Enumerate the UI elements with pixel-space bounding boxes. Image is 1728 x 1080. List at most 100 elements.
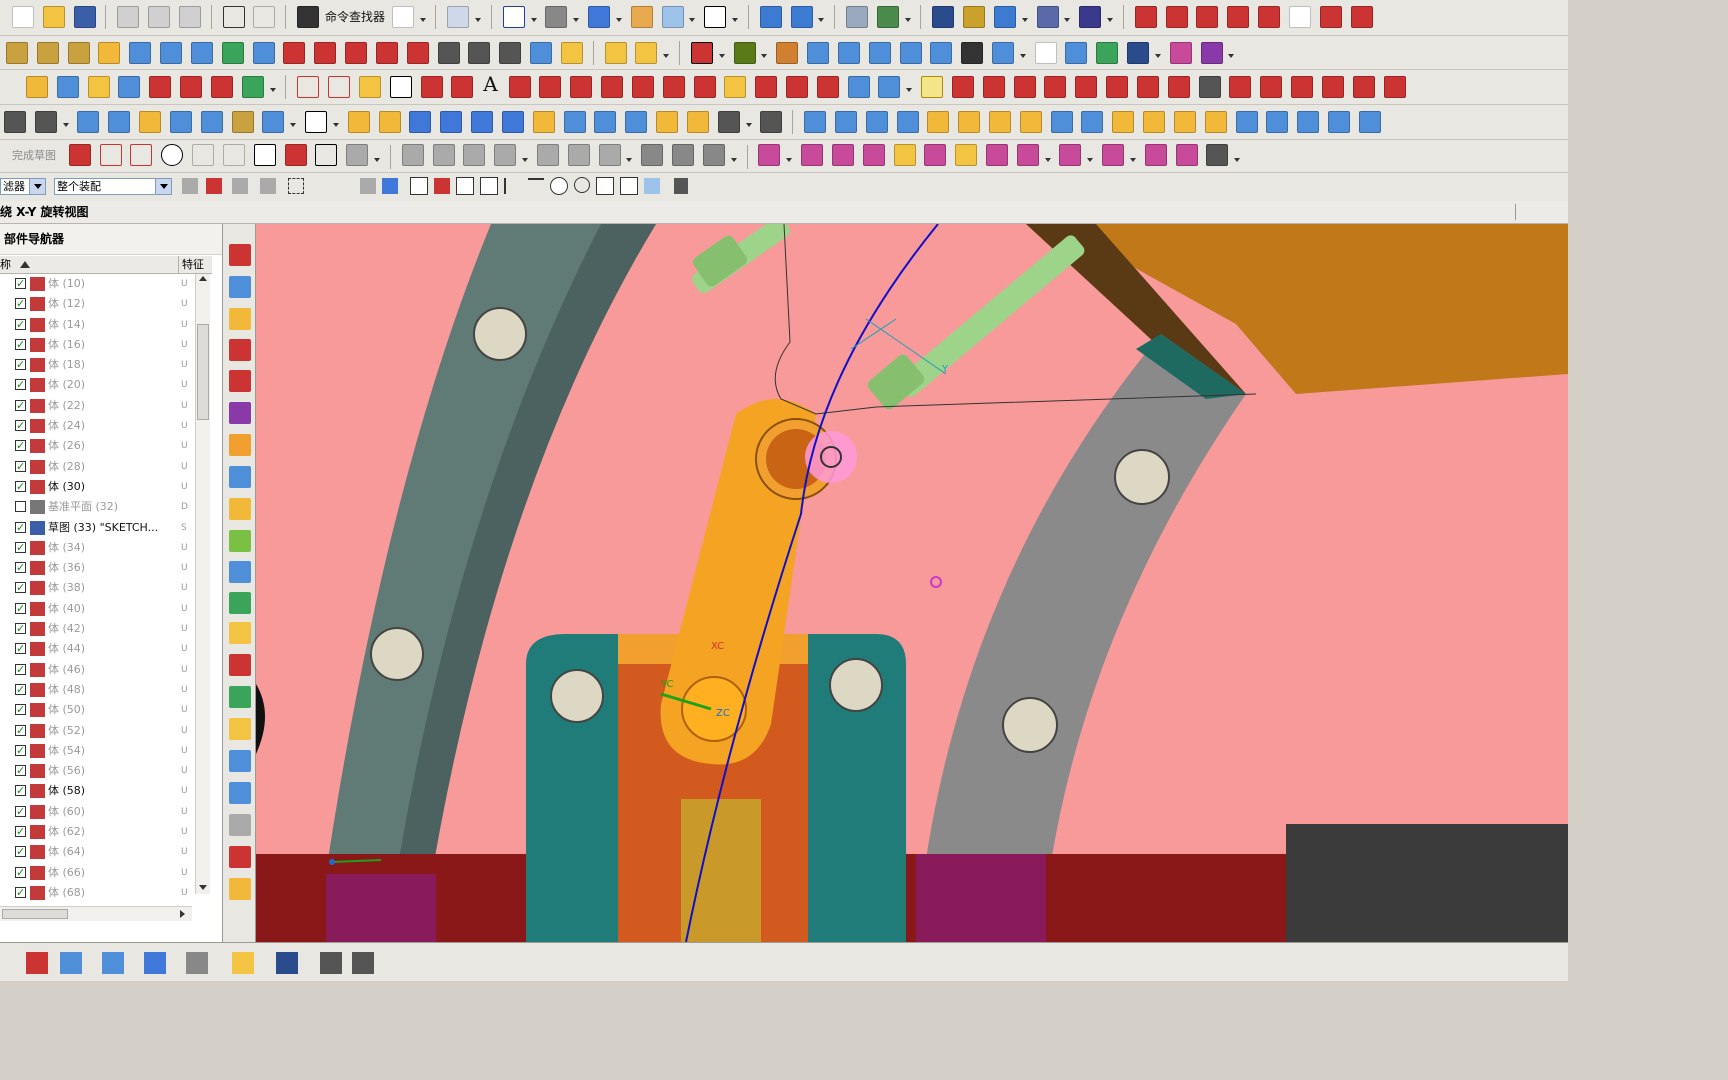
surface-m-icon[interactable] xyxy=(1204,111,1227,133)
role-icon[interactable] xyxy=(229,561,251,583)
navigator-vertical-scrollbar[interactable] xyxy=(195,274,210,894)
offset-icon[interactable] xyxy=(570,76,593,98)
navigator-row[interactable]: 体 (40) U xyxy=(0,599,193,619)
helix-icon[interactable] xyxy=(87,76,110,98)
sketch-chamfer-icon[interactable] xyxy=(1260,76,1283,98)
quick-trim-icon[interactable] xyxy=(982,76,1005,98)
cylinder-icon[interactable] xyxy=(108,111,131,133)
sketch-fillet-icon[interactable] xyxy=(1167,76,1190,98)
body-select-icon[interactable] xyxy=(382,178,398,194)
point-on-curve-snap-icon[interactable] xyxy=(620,177,638,195)
visibility-checkbox[interactable] xyxy=(15,680,26,700)
sketch-corner-icon[interactable] xyxy=(1229,76,1252,98)
chevron-down-icon[interactable] xyxy=(530,18,537,22)
scrollbar-thumb[interactable] xyxy=(2,909,68,919)
surface-i-icon[interactable] xyxy=(1081,111,1104,133)
sphere-icon[interactable] xyxy=(169,111,192,133)
navigator-row[interactable]: 体 (64) U xyxy=(0,842,193,862)
cylinder-solid-icon[interactable] xyxy=(625,111,648,133)
mate-icon[interactable] xyxy=(985,144,1008,166)
rectangle-sketch-icon[interactable] xyxy=(1288,6,1311,28)
manufacturing-wizard-icon[interactable] xyxy=(229,530,251,552)
constraint-icon[interactable] xyxy=(598,144,621,166)
chevron-down-icon[interactable] xyxy=(29,179,45,194)
navigator-row[interactable]: 体 (52) U xyxy=(0,721,193,741)
navigator-row[interactable]: 体 (34) U xyxy=(0,538,193,558)
solid-thick-icon[interactable] xyxy=(501,111,524,133)
isoparametric-icon[interactable] xyxy=(785,76,808,98)
library-icon[interactable] xyxy=(229,750,251,772)
pad-icon[interactable] xyxy=(160,42,183,64)
fillet-curve-icon[interactable] xyxy=(1227,6,1250,28)
visibility-checkbox[interactable] xyxy=(15,802,26,822)
command-finder-icon[interactable] xyxy=(297,6,320,28)
profile-icon[interactable] xyxy=(68,144,91,166)
visibility-checkbox[interactable] xyxy=(15,274,26,294)
move-assembly-icon[interactable] xyxy=(955,144,978,166)
point-icon[interactable] xyxy=(315,144,338,166)
sketch-icon[interactable] xyxy=(305,111,328,133)
process-studio-icon[interactable] xyxy=(229,498,251,520)
point-on-face-snap-icon[interactable] xyxy=(644,178,660,194)
slot-icon[interactable] xyxy=(190,42,213,64)
chamfer-icon[interactable] xyxy=(222,144,245,166)
chevron-down-icon[interactable] xyxy=(786,158,793,162)
rectangle-icon[interactable] xyxy=(253,144,276,166)
show-constraints-icon[interactable] xyxy=(641,144,664,166)
navigator-horizontal-scrollbar[interactable] xyxy=(0,906,192,921)
surface-k-icon[interactable] xyxy=(1143,111,1166,133)
visibility-checkbox[interactable] xyxy=(15,518,26,538)
visibility-checkbox[interactable] xyxy=(15,396,26,416)
cone-icon[interactable] xyxy=(139,111,162,133)
sketch-line-icon[interactable] xyxy=(951,76,974,98)
chevron-down-icon[interactable] xyxy=(1234,158,1241,162)
arc-center-snap-icon[interactable] xyxy=(550,177,568,195)
web-browser-icon[interactable] xyxy=(229,402,251,424)
surface-n-icon[interactable] xyxy=(1235,111,1258,133)
text-style-icon[interactable] xyxy=(320,952,342,974)
extrude-icon[interactable] xyxy=(6,42,28,64)
thread-icon[interactable] xyxy=(252,42,275,64)
sketch-circle-icon[interactable] xyxy=(1106,76,1129,98)
edit-object-icon[interactable] xyxy=(733,42,756,64)
sketch-offset-icon[interactable] xyxy=(1352,76,1375,98)
scrollbar-thumb[interactable] xyxy=(197,324,209,420)
groove-icon[interactable] xyxy=(221,42,244,64)
chevron-down-icon[interactable] xyxy=(155,179,171,194)
navigator-row[interactable]: 体 (56) U xyxy=(0,761,193,781)
visibility-checkbox[interactable] xyxy=(15,501,26,513)
surface-j-icon[interactable] xyxy=(1112,111,1135,133)
tube-icon[interactable] xyxy=(200,111,223,133)
mirror-assembly-icon[interactable] xyxy=(862,144,885,166)
table-icon[interactable] xyxy=(186,952,208,974)
make-corner-icon[interactable] xyxy=(1044,76,1067,98)
surface-r-icon[interactable] xyxy=(1358,111,1381,133)
chevron-down-icon[interactable] xyxy=(332,123,339,127)
inspection-icon[interactable] xyxy=(229,814,251,836)
visibility-checkbox[interactable] xyxy=(15,578,26,598)
make-corner-icon[interactable] xyxy=(463,144,486,166)
law-curve-icon[interactable] xyxy=(118,76,141,98)
animate-icon[interactable] xyxy=(702,144,725,166)
navigator-row[interactable]: 体 (26) U xyxy=(0,436,193,456)
tools-icon[interactable] xyxy=(229,782,251,804)
edge-blend-icon[interactable] xyxy=(375,42,398,64)
dimension-icon[interactable] xyxy=(567,144,590,166)
copy-icon[interactable] xyxy=(148,6,171,28)
replace-icon[interactable] xyxy=(991,42,1014,64)
navigator-row[interactable]: 体 (60) U xyxy=(0,802,193,822)
measure-icon[interactable] xyxy=(963,6,986,28)
chevron-down-icon[interactable] xyxy=(730,158,737,162)
visibility-checkbox[interactable] xyxy=(15,457,26,477)
surface-b-icon[interactable] xyxy=(865,111,888,133)
part-navigator-icon[interactable] xyxy=(229,308,251,330)
wcs-origin-icon[interactable] xyxy=(899,42,922,64)
sketch-polyline-icon[interactable] xyxy=(1291,76,1314,98)
rib-icon[interactable] xyxy=(231,111,254,133)
column-name-header[interactable]: 称 xyxy=(0,256,11,273)
visibility-checkbox[interactable] xyxy=(15,721,26,741)
sequence-icon[interactable] xyxy=(1175,144,1198,166)
visibility-checkbox[interactable] xyxy=(15,315,26,335)
chevron-down-icon[interactable] xyxy=(718,54,725,58)
deselect-icon[interactable] xyxy=(232,178,248,194)
